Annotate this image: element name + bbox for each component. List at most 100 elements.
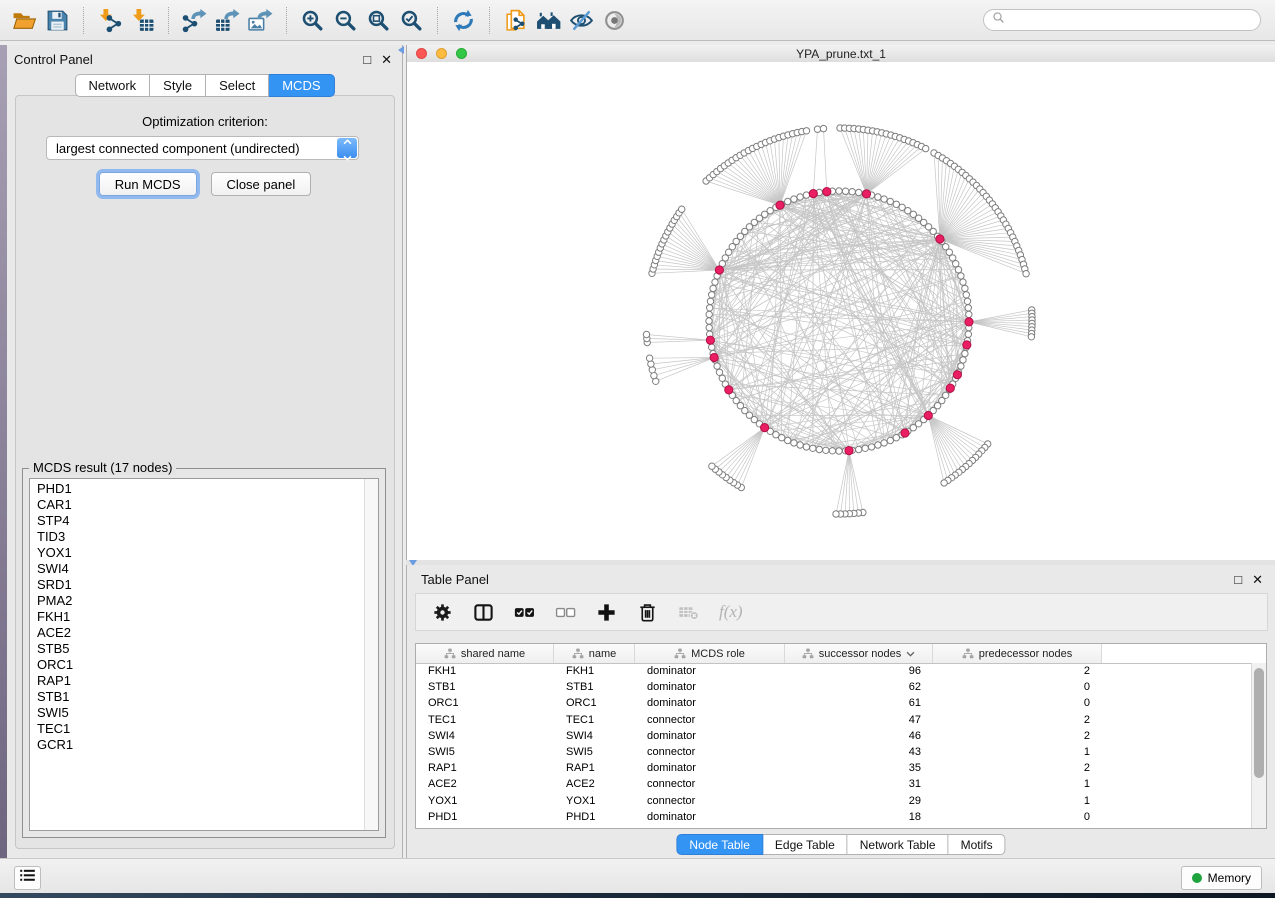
- column-header-name[interactable]: name: [554, 644, 635, 663]
- refresh-layout-icon: [451, 8, 476, 33]
- table-tabs: Node TableEdge TableNetwork TableMotifs: [676, 834, 1005, 855]
- table-row[interactable]: RAP1RAP1dominator352: [416, 760, 1252, 776]
- column-header-shared-name[interactable]: shared name: [416, 644, 554, 663]
- minimize-window-icon[interactable]: [436, 48, 447, 59]
- result-item[interactable]: SWI5: [30, 705, 364, 721]
- splitter-collapse-icon[interactable]: [398, 46, 404, 54]
- cell: 2: [933, 665, 1102, 677]
- result-item[interactable]: TEC1: [30, 721, 364, 737]
- tab-mcds[interactable]: MCDS: [269, 74, 334, 97]
- result-item[interactable]: STB1: [30, 689, 364, 705]
- table-row[interactable]: SWI4SWI4dominator462: [416, 728, 1252, 744]
- table-toolbar-icons: [430, 600, 700, 624]
- criterion-dropdown[interactable]: largest connected component (undirected): [46, 136, 359, 160]
- delete-column-button[interactable]: [635, 600, 659, 624]
- result-item[interactable]: SWI4: [30, 561, 364, 577]
- result-item[interactable]: SRD1: [30, 577, 364, 593]
- toolbar-separator: [489, 7, 490, 34]
- import-network-button[interactable]: [93, 4, 126, 37]
- zoom-fit-button[interactable]: [362, 4, 395, 37]
- tab-select[interactable]: Select: [206, 74, 269, 97]
- table-row[interactable]: SWI5SWI5connector431: [416, 744, 1252, 760]
- column-header-successor-nodes[interactable]: successor nodes: [785, 644, 933, 663]
- table-scrollbar[interactable]: [1251, 663, 1266, 828]
- check-all-icon: [514, 602, 535, 623]
- result-item[interactable]: PMA2: [30, 593, 364, 609]
- tab-style[interactable]: Style: [150, 74, 206, 97]
- clone-network-button[interactable]: [499, 4, 532, 37]
- refresh-layout-button[interactable]: [447, 4, 480, 37]
- table-row[interactable]: PHD1PHD1dominator180: [416, 809, 1252, 825]
- tab-node-table[interactable]: Node Table: [676, 834, 763, 855]
- network-graph: [407, 62, 1275, 559]
- show-all-button[interactable]: [598, 4, 631, 37]
- task-history-button[interactable]: [14, 866, 41, 890]
- toolbar-separator: [168, 7, 169, 34]
- network-canvas[interactable]: [407, 62, 1275, 559]
- result-item[interactable]: FKH1: [30, 609, 364, 625]
- zoom-in-button[interactable]: [296, 4, 329, 37]
- open-folder-icon: [12, 8, 37, 33]
- float-table-panel-icon[interactable]: □: [1234, 573, 1242, 586]
- search-input[interactable]: [1005, 10, 1260, 30]
- result-item[interactable]: TID3: [30, 529, 364, 545]
- hide-selected-button[interactable]: [565, 4, 598, 37]
- desktop-wallpaper: [0, 893, 1275, 898]
- panes-button[interactable]: [471, 600, 495, 624]
- dropdown-stepper-icon[interactable]: [337, 138, 357, 158]
- zoom-selected-button[interactable]: [395, 4, 428, 37]
- result-item[interactable]: ORC1: [30, 657, 364, 673]
- result-item[interactable]: GCR1: [30, 737, 364, 753]
- zoom-out-button[interactable]: [329, 4, 362, 37]
- import-table-button[interactable]: [126, 4, 159, 37]
- check-all-button[interactable]: [512, 600, 536, 624]
- tab-network[interactable]: Network: [74, 74, 150, 97]
- export-table-button[interactable]: [211, 4, 244, 37]
- table-row[interactable]: YOX1YOX1connector291: [416, 793, 1252, 809]
- memory-button[interactable]: Memory: [1181, 866, 1262, 890]
- float-panel-icon[interactable]: □: [363, 53, 371, 66]
- table-row[interactable]: TEC1TEC1connector472: [416, 712, 1252, 728]
- network-window-titlebar[interactable]: YPA_prune.txt_1: [407, 45, 1275, 63]
- show-neighbors-button[interactable]: [532, 4, 565, 37]
- result-item[interactable]: STP4: [30, 513, 364, 529]
- cell: PHD1: [554, 811, 635, 823]
- close-panel-button[interactable]: Close panel: [211, 172, 312, 196]
- gear-button[interactable]: [430, 600, 454, 624]
- result-item[interactable]: PHD1: [30, 481, 364, 497]
- cell: ORC1: [554, 697, 635, 709]
- close-panel-icon[interactable]: ✕: [381, 53, 392, 66]
- save-icon: [45, 8, 70, 33]
- tab-motifs[interactable]: Motifs: [949, 834, 1006, 855]
- export-network-button[interactable]: [178, 4, 211, 37]
- result-item[interactable]: STB5: [30, 641, 364, 657]
- memory-status-icon: [1192, 873, 1202, 883]
- column-header-predecessor-nodes[interactable]: predecessor nodes: [933, 644, 1102, 663]
- open-folder-button[interactable]: [8, 4, 41, 37]
- export-image-button[interactable]: [244, 4, 277, 37]
- close-window-icon[interactable]: [416, 48, 427, 59]
- table-row[interactable]: STB1STB1dominator620: [416, 679, 1252, 695]
- result-item[interactable]: RAP1: [30, 673, 364, 689]
- search-icon: [992, 11, 1005, 29]
- result-list-scrollbar[interactable]: [364, 479, 378, 830]
- save-button[interactable]: [41, 4, 74, 37]
- add-column-button[interactable]: [594, 600, 618, 624]
- uncheck-all-button[interactable]: [553, 600, 577, 624]
- result-item[interactable]: YOX1: [30, 545, 364, 561]
- run-mcds-button[interactable]: Run MCDS: [99, 172, 197, 196]
- result-item[interactable]: CAR1: [30, 497, 364, 513]
- table-scrollbar-thumb[interactable]: [1254, 668, 1264, 778]
- result-item[interactable]: ACE2: [30, 625, 364, 641]
- table-row[interactable]: ORC1ORC1dominator610: [416, 695, 1252, 711]
- tab-edge-table[interactable]: Edge Table: [763, 834, 848, 855]
- chevron-up-icon: [343, 133, 352, 148]
- table-row[interactable]: ACE2ACE2connector311: [416, 776, 1252, 792]
- table-row[interactable]: FKH1FKH1dominator962: [416, 663, 1252, 679]
- tab-network-table[interactable]: Network Table: [848, 834, 949, 855]
- search-box[interactable]: [983, 9, 1261, 31]
- maximize-window-icon[interactable]: [456, 48, 467, 59]
- column-header-MCDS-role[interactable]: MCDS role: [635, 644, 785, 663]
- close-table-panel-icon[interactable]: ✕: [1252, 573, 1263, 586]
- cell: RAP1: [554, 762, 635, 774]
